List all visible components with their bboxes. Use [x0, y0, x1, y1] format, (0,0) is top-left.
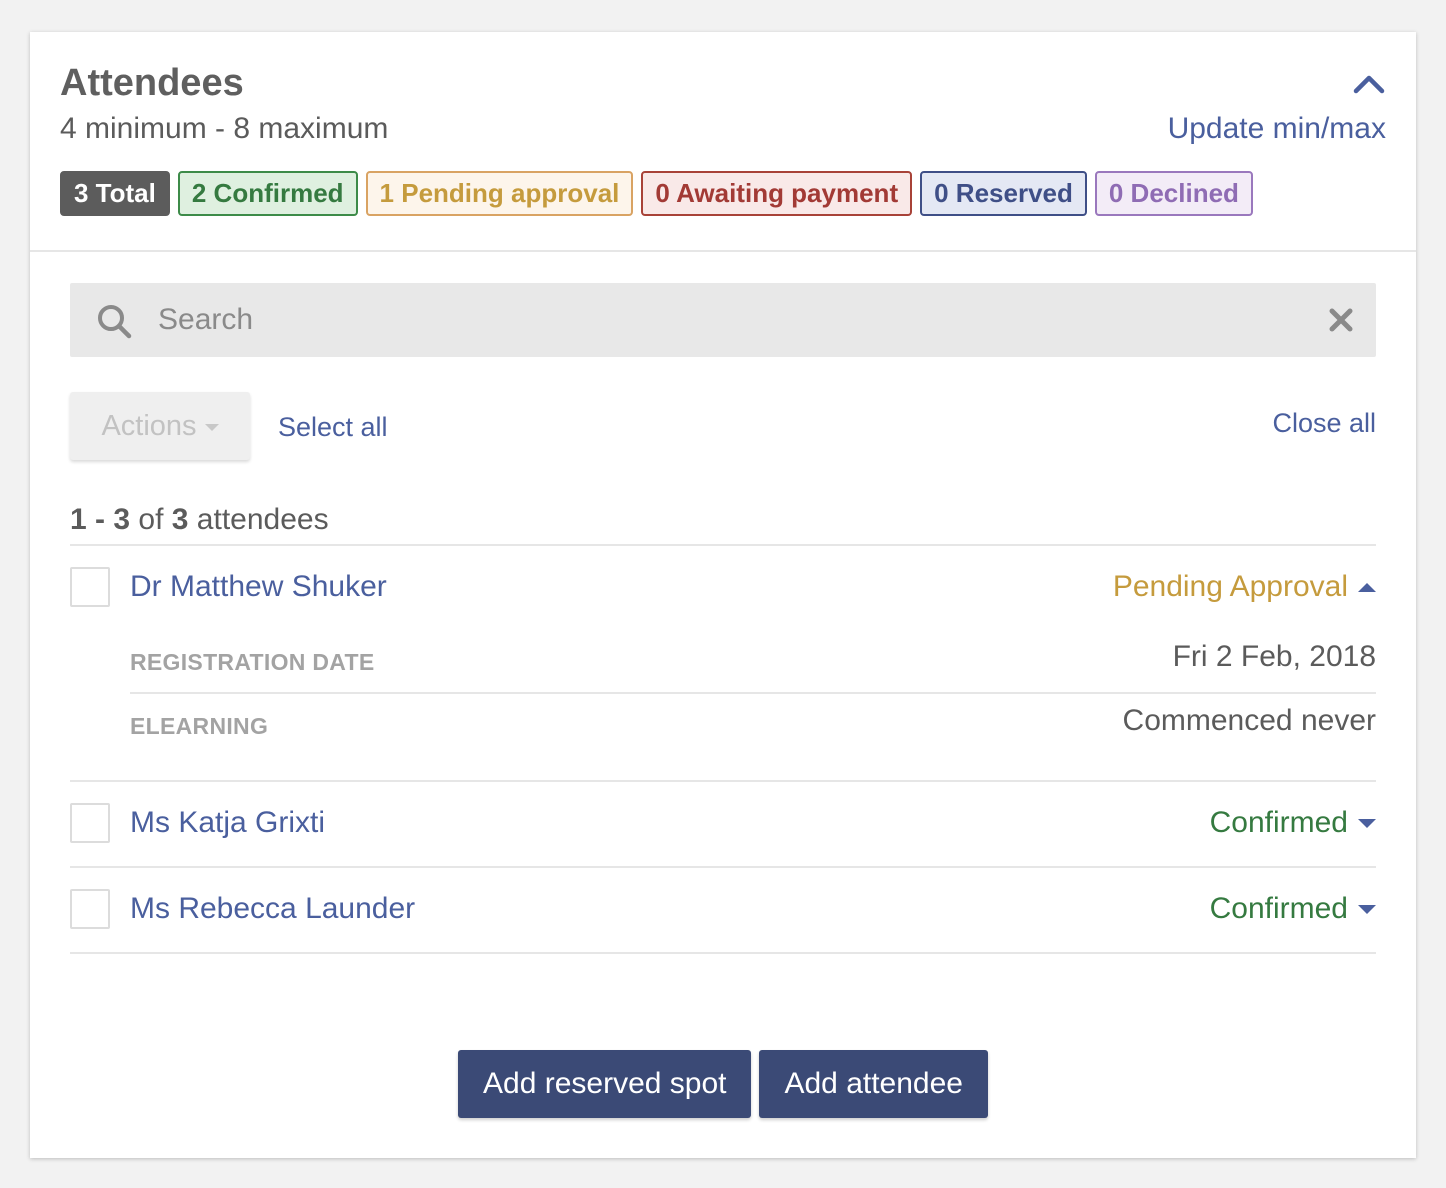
badge-reserved[interactable]: 0 Reserved [920, 171, 1087, 216]
count-start: 1 [70, 503, 87, 536]
results-count: 1 - 3 of 3 attendees [70, 503, 329, 536]
detail-value: Fri 2 Feb, 2018 [1172, 640, 1376, 673]
update-min-max-link[interactable]: Update min/max [1168, 112, 1386, 146]
attendee-row: Ms Rebecca Launder Confirmed [70, 868, 1376, 954]
detail-registration-date: REGISTRATION DATE Fri 2 Feb, 2018 [130, 630, 1376, 692]
count-suffix: attendees [196, 503, 329, 536]
panel-header: Attendees 4 minimum - 8 maximum Update m… [30, 32, 1416, 252]
count-total: 3 [171, 503, 189, 536]
attendee-name[interactable]: Ms Rebecca Launder [130, 892, 415, 926]
caret-down-icon [1358, 818, 1376, 828]
attendee-status-toggle[interactable]: Pending Approval [1113, 570, 1376, 604]
attendee-status-toggle[interactable]: Confirmed [1210, 806, 1376, 840]
add-attendee-button[interactable]: Add attendee [759, 1050, 988, 1118]
chevron-up-icon[interactable] [1352, 70, 1386, 96]
panel-body: Actions Select all Close all 1 - 3 of 3 … [70, 283, 1376, 954]
count-end: 3 [113, 503, 131, 536]
detail-label: REGISTRATION DATE [130, 649, 375, 675]
search-bar [70, 283, 1376, 357]
attendee-details: REGISTRATION DATE Fri 2 Feb, 2018 ELEARN… [130, 630, 1376, 780]
min-max-subtitle: 4 minimum - 8 maximum [60, 112, 389, 145]
attendee-status: Pending Approval [1112, 570, 1348, 603]
attendee-row-header: Dr Matthew Shuker Pending Approval [70, 546, 1376, 630]
attendees-panel: Attendees 4 minimum - 8 maximum Update m… [30, 32, 1416, 1158]
actions-label: Actions [101, 409, 197, 442]
attendee-name[interactable]: Dr Matthew Shuker [130, 570, 387, 604]
attendee-row: Ms Katja Grixti Confirmed [70, 782, 1376, 868]
badge-total[interactable]: 3 Total [60, 171, 170, 216]
detail-elearning: ELEARNING Commenced never [130, 692, 1376, 756]
attendee-checkbox[interactable] [70, 567, 110, 607]
detail-label: ELEARNING [130, 713, 269, 739]
caret-down-icon [1358, 904, 1376, 914]
attendee-name[interactable]: Ms Katja Grixti [130, 806, 325, 840]
actions-dropdown-button[interactable]: Actions [70, 392, 250, 460]
panel-title: Attendees [60, 62, 244, 104]
search-icon [96, 303, 132, 339]
badge-awaiting-payment[interactable]: 0 Awaiting payment [641, 171, 913, 216]
caret-down-icon [204, 424, 219, 431]
status-badges: 3 Total 2 Confirmed 1 Pending approval 0… [60, 171, 1253, 216]
attendee-checkbox[interactable] [70, 803, 110, 843]
attendee-status-toggle[interactable]: Confirmed [1210, 892, 1376, 926]
close-all-link[interactable]: Close all [1272, 408, 1376, 439]
badge-confirmed[interactable]: 2 Confirmed [177, 171, 358, 216]
attendee-checkbox[interactable] [70, 889, 110, 929]
detail-value: Commenced never [1122, 704, 1376, 737]
attendee-status: Confirmed [1209, 892, 1348, 925]
footer-actions: Add reserved spot Add attendee [30, 1050, 1416, 1118]
attendee-row: Dr Matthew Shuker Pending Approval REGIS… [70, 546, 1376, 782]
search-input[interactable] [158, 283, 1298, 357]
close-icon[interactable] [1328, 307, 1354, 333]
attendee-row-header: Ms Katja Grixti Confirmed [70, 782, 1376, 866]
caret-up-icon [1358, 582, 1376, 592]
list-toolbar: Actions Select all Close all [70, 392, 1376, 464]
badge-pending-approval[interactable]: 1 Pending approval [365, 171, 634, 216]
attendee-status: Confirmed [1209, 806, 1348, 839]
add-reserved-spot-button[interactable]: Add reserved spot [458, 1050, 752, 1118]
badge-declined[interactable]: 0 Declined [1094, 171, 1253, 216]
attendee-row-header: Ms Rebecca Launder Confirmed [70, 868, 1376, 952]
count-of: of [138, 503, 164, 536]
select-all-link[interactable]: Select all [278, 412, 388, 443]
